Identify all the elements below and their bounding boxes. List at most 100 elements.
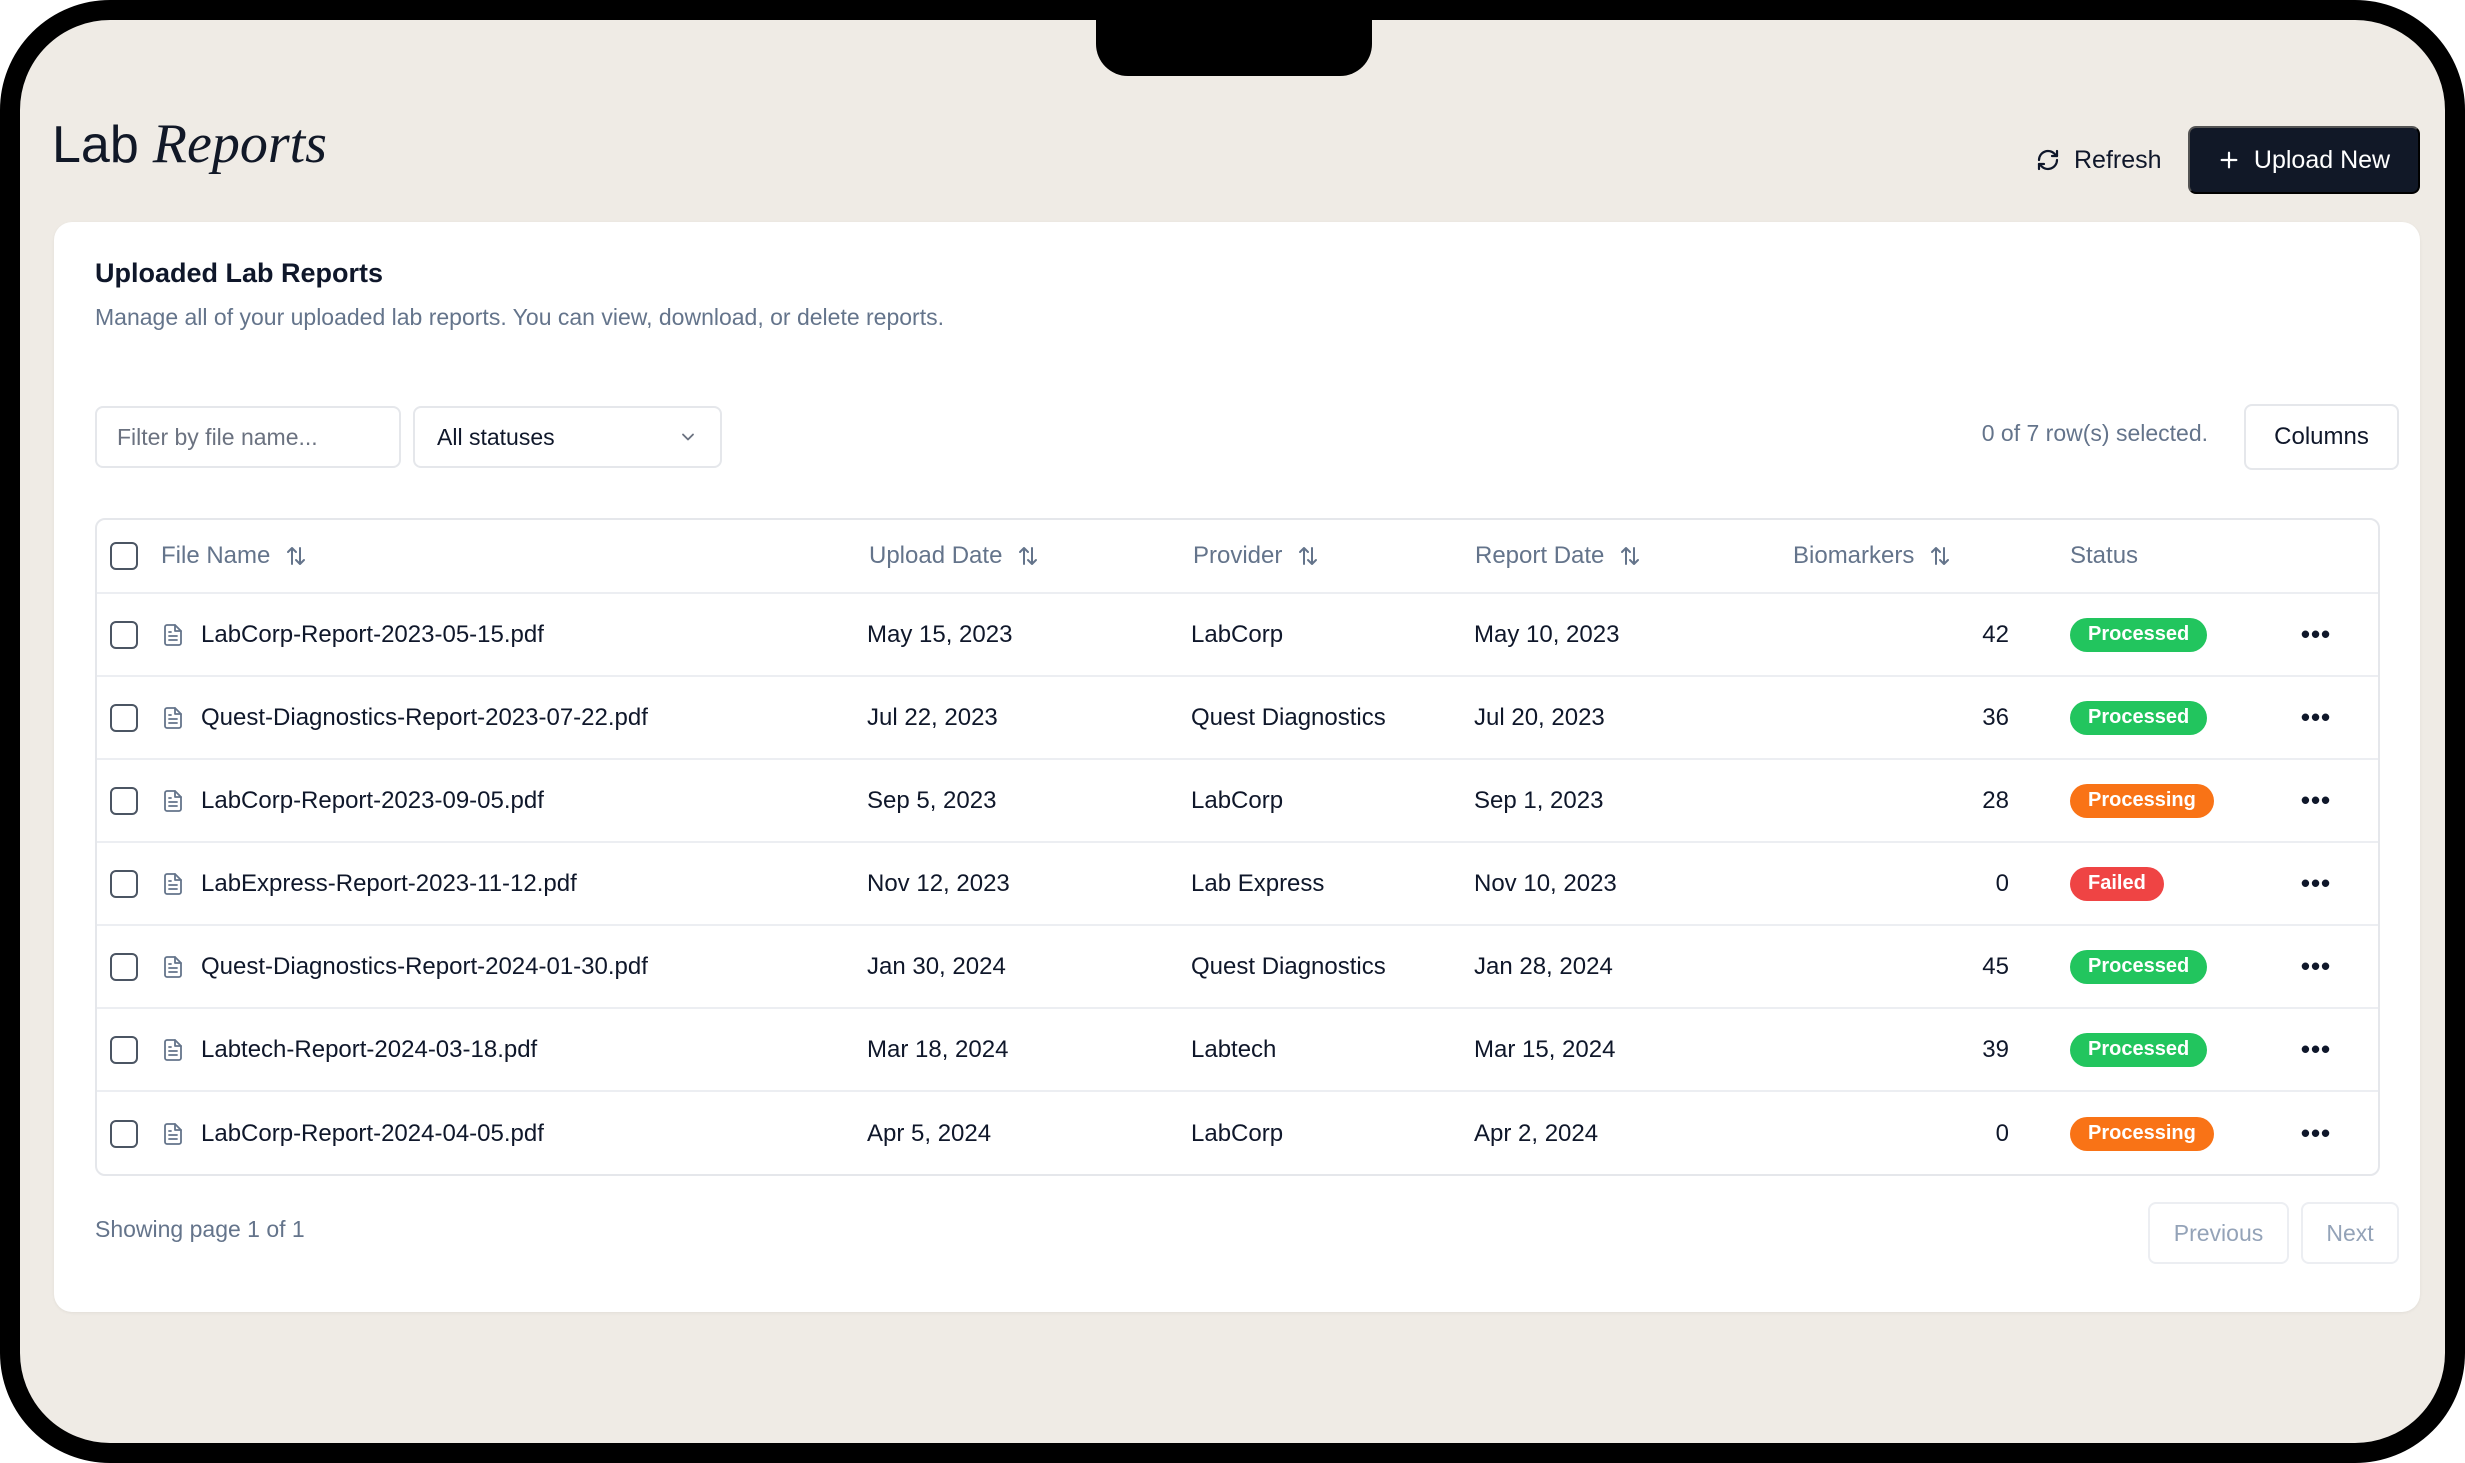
status-badge: Failed xyxy=(2070,866,2164,901)
page-title-part2: Reports xyxy=(152,113,327,175)
more-horizontal-icon: ••• xyxy=(2300,868,2332,898)
previous-page-button[interactable]: Previous xyxy=(2148,1202,2289,1264)
status-badge: Processed xyxy=(2070,700,2208,735)
report-date-cell: May 10, 2023 xyxy=(1474,620,1620,648)
row-checkbox[interactable] xyxy=(110,869,138,898)
header-report-date[interactable]: Report Date xyxy=(1475,520,1642,592)
more-horizontal-icon: ••• xyxy=(2300,619,2332,649)
row-checkbox[interactable] xyxy=(110,786,138,815)
row-checkbox[interactable] xyxy=(110,1119,138,1148)
file-name-cell: LabCorp-Report-2024-04-05.pdf xyxy=(161,1092,544,1174)
header-biomarkers[interactable]: Biomarkers xyxy=(1793,520,1952,592)
table-body: LabCorp-Report-2023-05-15.pdf May 15, 20… xyxy=(97,594,2378,1174)
table-row[interactable]: LabCorp-Report-2024-04-05.pdf Apr 5, 202… xyxy=(97,1092,2378,1174)
card-subtitle: Manage all of your uploaded lab reports.… xyxy=(95,304,945,330)
columns-button[interactable]: Columns xyxy=(2244,404,2399,470)
file-text-icon xyxy=(161,705,185,731)
refresh-button[interactable]: Refresh xyxy=(2008,126,2190,194)
sort-icon xyxy=(1016,544,1040,568)
page-title: Lab Reports xyxy=(52,112,327,176)
header-file-name[interactable]: File Name xyxy=(161,520,308,592)
file-name[interactable]: LabCorp-Report-2023-05-15.pdf xyxy=(201,621,544,649)
provider-cell: Quest Diagnostics xyxy=(1191,703,1386,731)
next-page-button[interactable]: Next xyxy=(2301,1202,2399,1264)
row-actions-button[interactable]: ••• xyxy=(2296,760,2336,841)
row-checkbox[interactable] xyxy=(110,703,138,732)
file-name[interactable]: LabCorp-Report-2024-04-05.pdf xyxy=(201,1120,544,1148)
file-text-icon xyxy=(161,1121,185,1147)
table-row[interactable]: Quest-Diagnostics-Report-2023-07-22.pdf … xyxy=(97,677,2378,760)
upload-new-button[interactable]: Upload New xyxy=(2188,126,2420,194)
more-horizontal-icon: ••• xyxy=(2300,785,2332,815)
select-all-checkbox[interactable] xyxy=(110,542,138,570)
page-title-part1: Lab xyxy=(52,116,139,174)
header-upload-date[interactable]: Upload Date xyxy=(869,520,1040,592)
status-badge: Processed xyxy=(2070,949,2208,984)
row-actions-button[interactable]: ••• xyxy=(2296,1009,2336,1090)
status-badge: Processing xyxy=(2070,1116,2214,1151)
table-row[interactable]: Labtech-Report-2024-03-18.pdf Mar 18, 20… xyxy=(97,1009,2378,1092)
header-biomarkers-label: Biomarkers xyxy=(1793,542,1915,569)
status-cell: Processing xyxy=(2070,760,2214,841)
biomarkers-cell: 0 xyxy=(1995,1119,2009,1147)
row-checkbox[interactable] xyxy=(110,620,138,649)
device-frame: Lab Reports Refresh Upload New Uploaded … xyxy=(0,0,2465,1463)
file-name[interactable]: Quest-Diagnostics-Report-2023-07-22.pdf xyxy=(201,704,648,732)
row-checkbox[interactable] xyxy=(110,952,138,981)
upload-new-label: Upload New xyxy=(2253,145,2391,174)
row-actions-button[interactable]: ••• xyxy=(2296,1092,2336,1174)
table-row[interactable]: Quest-Diagnostics-Report-2024-01-30.pdf … xyxy=(97,926,2378,1009)
selection-count: 0 of 7 row(s) selected. xyxy=(1981,420,2208,446)
reports-card: Uploaded Lab Reports Manage all of your … xyxy=(54,222,2420,1312)
header-upload-date-label: Upload Date xyxy=(869,542,1003,569)
header-provider[interactable]: Provider xyxy=(1193,520,1320,592)
row-select-cell xyxy=(109,926,139,1007)
status-badge: Processed xyxy=(2070,617,2208,652)
table-header: File Name Upload Date Provider Report Da… xyxy=(97,520,2378,594)
table-row[interactable]: LabCorp-Report-2023-05-15.pdf May 15, 20… xyxy=(97,594,2378,677)
file-text-icon xyxy=(161,1037,185,1063)
file-name[interactable]: Quest-Diagnostics-Report-2024-01-30.pdf xyxy=(201,953,648,981)
row-select-cell xyxy=(109,760,139,841)
biomarkers-cell: 39 xyxy=(1982,1035,2009,1063)
row-checkbox[interactable] xyxy=(110,1035,138,1064)
more-horizontal-icon: ••• xyxy=(2300,702,2332,732)
status-cell: Processing xyxy=(2070,1092,2214,1174)
card-title: Uploaded Lab Reports xyxy=(95,258,384,288)
row-actions-button[interactable]: ••• xyxy=(2296,677,2336,758)
provider-cell: Lab Express xyxy=(1191,869,1325,897)
status-filter-value: All statuses xyxy=(437,423,555,450)
row-actions-button[interactable]: ••• xyxy=(2296,926,2336,1007)
file-name-cell: Quest-Diagnostics-Report-2023-07-22.pdf xyxy=(161,677,648,758)
sort-icon xyxy=(284,544,308,568)
file-name[interactable]: LabCorp-Report-2023-09-05.pdf xyxy=(201,787,544,815)
report-date-cell: Nov 10, 2023 xyxy=(1474,869,1617,897)
sort-icon xyxy=(1618,544,1642,568)
report-date-cell: Jul 20, 2023 xyxy=(1474,703,1605,731)
file-name-cell: LabCorp-Report-2023-09-05.pdf xyxy=(161,760,544,841)
provider-cell: Labtech xyxy=(1191,1035,1277,1063)
table-row[interactable]: LabCorp-Report-2023-09-05.pdf Sep 5, 202… xyxy=(97,760,2378,843)
row-actions-button[interactable]: ••• xyxy=(2296,594,2336,675)
file-name-cell: LabExpress-Report-2023-11-12.pdf xyxy=(161,843,577,924)
file-text-icon xyxy=(161,954,185,980)
more-horizontal-icon: ••• xyxy=(2300,1034,2332,1064)
provider-cell: LabCorp xyxy=(1191,1119,1284,1147)
biomarkers-cell: 45 xyxy=(1982,952,2009,980)
upload-date-cell: Jul 22, 2023 xyxy=(867,703,998,731)
row-actions-button[interactable]: ••• xyxy=(2296,843,2336,924)
table-row[interactable]: LabExpress-Report-2023-11-12.pdf Nov 12,… xyxy=(97,843,2378,926)
status-cell: Failed xyxy=(2070,843,2164,924)
report-date-cell: Jan 28, 2024 xyxy=(1474,952,1613,980)
row-select-cell xyxy=(109,594,139,675)
file-name[interactable]: LabExpress-Report-2023-11-12.pdf xyxy=(201,870,577,898)
pagination-text: Showing page 1 of 1 xyxy=(95,1216,305,1242)
header-report-date-label: Report Date xyxy=(1475,542,1605,569)
filter-file-name-input[interactable] xyxy=(95,406,401,468)
status-filter-select[interactable]: All statuses xyxy=(413,406,722,468)
file-name[interactable]: Labtech-Report-2024-03-18.pdf xyxy=(201,1036,537,1064)
status-cell: Processed xyxy=(2070,926,2208,1007)
header-provider-label: Provider xyxy=(1193,542,1283,569)
provider-cell: LabCorp xyxy=(1191,786,1284,814)
refresh-icon xyxy=(2036,148,2060,172)
